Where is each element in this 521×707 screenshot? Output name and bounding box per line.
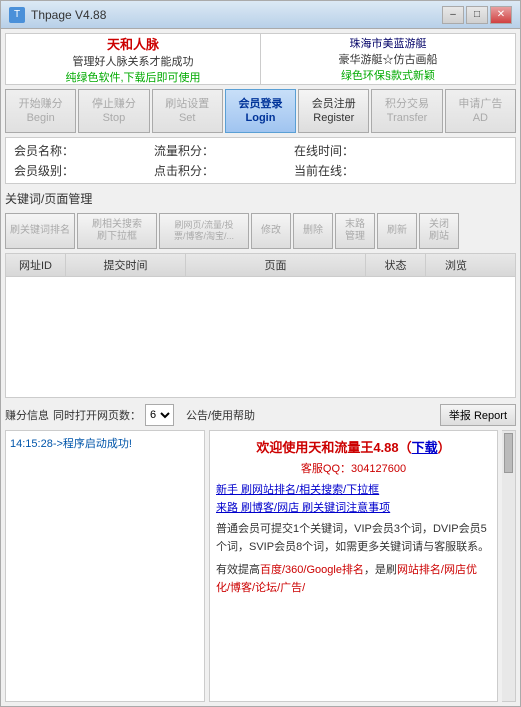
member-level-label: 会员级别： bbox=[14, 162, 74, 179]
modify-btn[interactable]: 修改 bbox=[251, 213, 291, 249]
member-name-label: 会员名称： bbox=[14, 142, 74, 159]
ad-right-title: 珠海市美蓝游艇 bbox=[350, 35, 427, 51]
transfer-button[interactable]: 积分交易 Transfer bbox=[371, 89, 442, 133]
table-header: 网址ID 提交时间 页面 状态 浏览 bbox=[6, 254, 515, 277]
ad-button[interactable]: 申请广告 AD bbox=[445, 89, 516, 133]
announce-label: 公告/使用帮助 bbox=[186, 407, 255, 423]
ad-left-line1: 管理好人脉关系才能成功 bbox=[73, 53, 194, 69]
flush-keyword-btn[interactable]: 刷关键词 排名 bbox=[5, 213, 75, 249]
ad-right-link: 绿色环保§款式新颖 bbox=[341, 67, 435, 83]
member-level-field: 会员级别： bbox=[14, 162, 138, 179]
col-header-id: 网址ID bbox=[6, 254, 66, 276]
minimize-button[interactable]: – bbox=[442, 6, 464, 24]
flush-related-btn[interactable]: 刷相关搜索 刷下拉框 bbox=[77, 213, 157, 249]
ad-right-line1: 豪华游艇☆仿古画船 bbox=[339, 51, 438, 67]
log-area: 14:15:28->程序启动成功! bbox=[5, 430, 205, 702]
ad-left-title: 天和人脉 bbox=[107, 34, 159, 53]
close-button[interactable]: ✕ bbox=[490, 6, 512, 24]
keyword-section-title: 关键词/页面管理 bbox=[5, 190, 516, 207]
click-label: 点击积分： bbox=[154, 162, 214, 179]
member-row-2: 会员级别： 点击积分： 当前在线： bbox=[14, 162, 507, 179]
info-body-2: 有效提高百度/360/Google排名，是刷网站排名/网店优化/博客/论坛/广告… bbox=[216, 562, 491, 597]
main-toolbar: 开始赚分 Begin 停止赚分 Stop 刷站设置 Set 会员登录 Login… bbox=[5, 89, 516, 133]
guide-link-2[interactable]: 来路 刷博客/网店 刷关键词注意事项 bbox=[216, 502, 390, 514]
window-title: Thpage V4.88 bbox=[31, 8, 442, 22]
log-entry-0: 14:15:28->程序启动成功! bbox=[10, 435, 200, 451]
endpath-btn[interactable]: 末路 管理 bbox=[335, 213, 375, 249]
current-online-field: 当前在线： bbox=[294, 162, 418, 179]
login-button[interactable]: 会员登录 Login bbox=[225, 89, 296, 133]
keyword-toolbar: 刷关键词 排名 刷相关搜索 刷下拉框 刷网页/流量/投 票/博客/淘宝/... … bbox=[5, 213, 516, 249]
refresh-btn[interactable]: 刷新 bbox=[377, 213, 417, 249]
info-body-1: 普通会员可提交1个关键词，VIP会员3个词，DVIP会员5个词，SVIP会员8个… bbox=[216, 521, 491, 556]
window-controls: – □ ✕ bbox=[442, 6, 512, 24]
info-area: 欢迎使用天和流量王4.88（下载） 客服QQ：304127600 新手 刷网站排… bbox=[209, 430, 498, 702]
register-button[interactable]: 会员注册 Register bbox=[298, 89, 369, 133]
app-icon: T bbox=[9, 7, 25, 23]
traffic-label: 流量积分： bbox=[154, 142, 214, 159]
data-table: 网址ID 提交时间 页面 状态 浏览 bbox=[5, 253, 516, 398]
stop-button[interactable]: 停止赚分 Stop bbox=[78, 89, 149, 133]
maximize-button[interactable]: □ bbox=[466, 6, 488, 24]
click-field: 点击积分： bbox=[154, 162, 278, 179]
traffic-field: 流量积分： bbox=[154, 142, 278, 159]
earn-label: 赚分信息 bbox=[5, 407, 49, 423]
title-bar: T Thpage V4.88 – □ ✕ bbox=[1, 1, 520, 29]
main-window: T Thpage V4.88 – □ ✕ 天和人脉 管理好人脉关系才能成功 纯绿… bbox=[0, 0, 521, 707]
current-online-label: 当前在线： bbox=[294, 162, 354, 179]
download-link[interactable]: 下载 bbox=[412, 440, 438, 455]
member-name-field: 会员名称： bbox=[14, 142, 138, 159]
member-info: 会员名称： 流量积分： 在线时间： 会员级别： 点击积分： bbox=[5, 137, 516, 184]
info-title: 欢迎使用天和流量王4.88（下载） bbox=[216, 437, 491, 456]
col-header-page: 页面 bbox=[186, 254, 366, 276]
col-header-browse: 浏览 bbox=[426, 254, 486, 276]
begin-button[interactable]: 开始赚分 Begin bbox=[5, 89, 76, 133]
scroll-thumb[interactable] bbox=[504, 433, 513, 473]
info-links-row: 新手 刷网站排名/相关搜索/下拉框 来路 刷博客/网店 刷关键词注意事项 bbox=[216, 482, 491, 517]
delete-btn[interactable]: 删除 bbox=[293, 213, 333, 249]
main-content: 天和人脉 管理好人脉关系才能成功 纯绿色软件,下载后即可使用 珠海市美蓝游艇 豪… bbox=[1, 29, 520, 706]
ad-banner: 天和人脉 管理好人脉关系才能成功 纯绿色软件,下载后即可使用 珠海市美蓝游艇 豪… bbox=[5, 33, 516, 85]
flush-page-btn[interactable]: 刷网页/流量/投 票/博客/淘宝/... bbox=[159, 213, 249, 249]
lower-area: 14:15:28->程序启动成功! 欢迎使用天和流量王4.88（下载） 客服QQ… bbox=[5, 430, 516, 702]
bottom-bar: 赚分信息 同时打开网页数： 6 公告/使用帮助 举报 Report bbox=[5, 404, 516, 426]
member-row-1: 会员名称： 流量积分： 在线时间： bbox=[14, 142, 507, 159]
info-service: 客服QQ：304127600 bbox=[216, 460, 491, 476]
ad-left-link: 纯绿色软件,下载后即可使用 bbox=[65, 69, 200, 85]
set-button[interactable]: 刷站设置 Set bbox=[152, 89, 223, 133]
scrollbar[interactable] bbox=[502, 430, 516, 702]
col-header-status: 状态 bbox=[366, 254, 426, 276]
col-header-time: 提交时间 bbox=[66, 254, 186, 276]
close-flush-btn[interactable]: 关闭 刷站 bbox=[419, 213, 459, 249]
concurrent-label: 同时打开网页数： bbox=[53, 407, 141, 423]
report-button[interactable]: 举报 Report bbox=[440, 404, 516, 426]
ad-right[interactable]: 珠海市美蓝游艇 豪华游艇☆仿古画船 绿色环保§款式新颖 bbox=[261, 34, 515, 84]
concurrent-select[interactable]: 6 bbox=[145, 404, 174, 426]
online-time-label: 在线时间： bbox=[294, 142, 354, 159]
table-body bbox=[6, 277, 515, 397]
guide-link-1[interactable]: 新手 刷网站排名/相关搜索/下拉框 bbox=[216, 484, 379, 496]
online-time-field: 在线时间： bbox=[294, 142, 418, 159]
ad-left[interactable]: 天和人脉 管理好人脉关系才能成功 纯绿色软件,下载后即可使用 bbox=[6, 34, 261, 84]
